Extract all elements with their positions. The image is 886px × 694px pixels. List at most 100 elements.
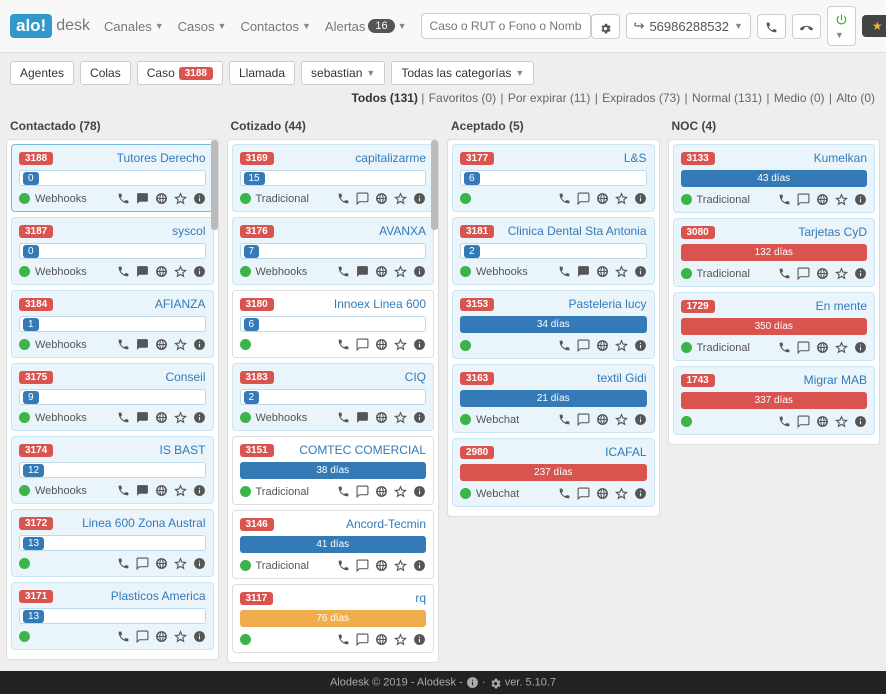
chat-icon[interactable] xyxy=(356,192,369,205)
phone-icon[interactable] xyxy=(778,341,791,354)
info-icon[interactable] xyxy=(193,630,206,643)
globe-icon[interactable] xyxy=(375,338,388,351)
outbound-number[interactable]: ↪ 56986288532 ▼ xyxy=(626,13,751,39)
star-icon[interactable] xyxy=(615,413,628,426)
filter-medio[interactable]: Medio (0) xyxy=(774,91,825,105)
case-title[interactable]: Linea 600 Zona Austral xyxy=(59,516,205,530)
chat-icon[interactable] xyxy=(136,557,149,570)
globe-icon[interactable] xyxy=(155,265,168,278)
star-icon[interactable] xyxy=(835,267,848,280)
case-card[interactable]: 3171Plasticos America13 xyxy=(11,582,214,650)
phone-icon[interactable] xyxy=(558,487,571,500)
phone-icon[interactable] xyxy=(558,192,571,205)
info-icon[interactable] xyxy=(854,193,867,206)
case-card[interactable]: 3176AVANXA7Webhooks xyxy=(232,217,435,285)
case-title[interactable]: Kumelkan xyxy=(721,151,867,165)
phone-icon[interactable] xyxy=(337,192,350,205)
phone-icon[interactable] xyxy=(117,192,130,205)
info-icon[interactable] xyxy=(193,265,206,278)
case-title[interactable]: Innoex Linea 600 xyxy=(280,297,426,311)
chat-icon[interactable] xyxy=(797,415,810,428)
info-icon[interactable] xyxy=(854,415,867,428)
globe-icon[interactable] xyxy=(375,485,388,498)
chat-icon[interactable] xyxy=(797,267,810,280)
globe-icon[interactable] xyxy=(596,413,609,426)
case-title[interactable]: Pasteleria lucy xyxy=(500,297,646,311)
phone-icon[interactable] xyxy=(558,339,571,352)
case-card[interactable]: 3151COMTEC COMERCIAL38 díasTradicional xyxy=(232,436,435,505)
case-title[interactable]: Plasticos America xyxy=(59,589,205,603)
case-title[interactable]: AFIANZA xyxy=(59,297,205,311)
column-body[interactable]: 3133Kumelkan43 díasTradicional3080Tarjet… xyxy=(668,139,881,445)
globe-icon[interactable] xyxy=(596,339,609,352)
phone-icon[interactable] xyxy=(117,265,130,278)
star-icon[interactable] xyxy=(835,193,848,206)
globe-icon[interactable] xyxy=(816,193,829,206)
column-body[interactable]: 3169capitalizarme15Tradicional3176AVANXA… xyxy=(227,139,440,663)
star-icon[interactable] xyxy=(174,338,187,351)
tb-categories[interactable]: Todas las categorías ▼ xyxy=(391,61,534,85)
chat-icon[interactable] xyxy=(136,411,149,424)
case-card[interactable]: 3080Tarjetas CyD132 díasTradicional xyxy=(673,218,876,287)
case-title[interactable]: capitalizarme xyxy=(280,151,426,165)
column-body[interactable]: 3188Tutores Derecho0Webhooks3187syscol0W… xyxy=(6,139,219,660)
star-icon[interactable] xyxy=(394,192,407,205)
case-title[interactable]: AVANXA xyxy=(280,224,426,238)
info-icon[interactable] xyxy=(193,557,206,570)
info-icon[interactable] xyxy=(413,338,426,351)
info-icon[interactable] xyxy=(413,559,426,572)
phone-icon[interactable] xyxy=(117,557,130,570)
case-card[interactable]: 3177L&S6 xyxy=(452,144,655,212)
chat-icon[interactable] xyxy=(577,339,590,352)
star-icon[interactable] xyxy=(174,557,187,570)
filter-por-expirar[interactable]: Por expirar (11) xyxy=(508,91,590,105)
globe-icon[interactable] xyxy=(596,487,609,500)
hangup-button[interactable] xyxy=(792,14,821,39)
case-card[interactable]: 3181Clinica Dental Sta Antonia2Webhooks xyxy=(452,217,655,285)
info-icon[interactable] xyxy=(854,341,867,354)
chat-icon[interactable] xyxy=(136,192,149,205)
column-body[interactable]: 3177L&S63181Clinica Dental Sta Antonia2W… xyxy=(447,139,660,517)
chat-icon[interactable] xyxy=(577,413,590,426)
info-icon[interactable] xyxy=(193,338,206,351)
chat-icon[interactable] xyxy=(356,411,369,424)
case-title[interactable]: rq xyxy=(279,591,426,605)
chat-icon[interactable] xyxy=(356,633,369,646)
phone-icon[interactable] xyxy=(778,267,791,280)
phone-icon[interactable] xyxy=(778,193,791,206)
settings-button[interactable] xyxy=(591,14,620,39)
case-card[interactable]: 3146Ancord-Tecmin41 díasTradicional xyxy=(232,510,435,579)
globe-icon[interactable] xyxy=(375,265,388,278)
case-title[interactable]: CIQ xyxy=(280,370,426,384)
case-card[interactable]: 3187syscol0Webhooks xyxy=(11,217,214,285)
info-icon[interactable] xyxy=(413,411,426,424)
star-icon[interactable] xyxy=(615,192,628,205)
case-title[interactable]: ICAFAL xyxy=(500,445,646,459)
status-button[interactable]: ▼ xyxy=(827,6,856,46)
info-icon[interactable] xyxy=(413,485,426,498)
filter-normal[interactable]: Normal (131) xyxy=(692,91,762,105)
user-menu[interactable]: ★sebastian ▼ xyxy=(862,15,886,37)
phone-icon[interactable] xyxy=(337,633,350,646)
globe-icon[interactable] xyxy=(155,411,168,424)
case-card[interactable]: 1743Migrar MAB337 días xyxy=(673,366,876,435)
phone-icon[interactable] xyxy=(117,484,130,497)
case-card[interactable]: 3180Innoex Linea 6006 xyxy=(232,290,435,358)
phone-icon[interactable] xyxy=(337,338,350,351)
chat-icon[interactable] xyxy=(136,484,149,497)
star-icon[interactable] xyxy=(394,559,407,572)
case-title[interactable]: textil Gidi xyxy=(500,371,646,385)
star-icon[interactable] xyxy=(394,265,407,278)
star-icon[interactable] xyxy=(394,485,407,498)
star-icon[interactable] xyxy=(394,338,407,351)
info-icon[interactable] xyxy=(634,192,647,205)
filter-alto[interactable]: Alto (0) xyxy=(836,91,875,105)
info-icon[interactable] xyxy=(413,265,426,278)
star-icon[interactable] xyxy=(174,411,187,424)
call-button[interactable] xyxy=(757,14,786,39)
case-title[interactable]: Tarjetas CyD xyxy=(721,225,867,239)
case-card[interactable]: 3188Tutores Derecho0Webhooks xyxy=(11,144,214,212)
case-title[interactable]: IS BAST xyxy=(59,443,205,457)
case-title[interactable]: L&S xyxy=(500,151,646,165)
info-icon[interactable] xyxy=(413,192,426,205)
